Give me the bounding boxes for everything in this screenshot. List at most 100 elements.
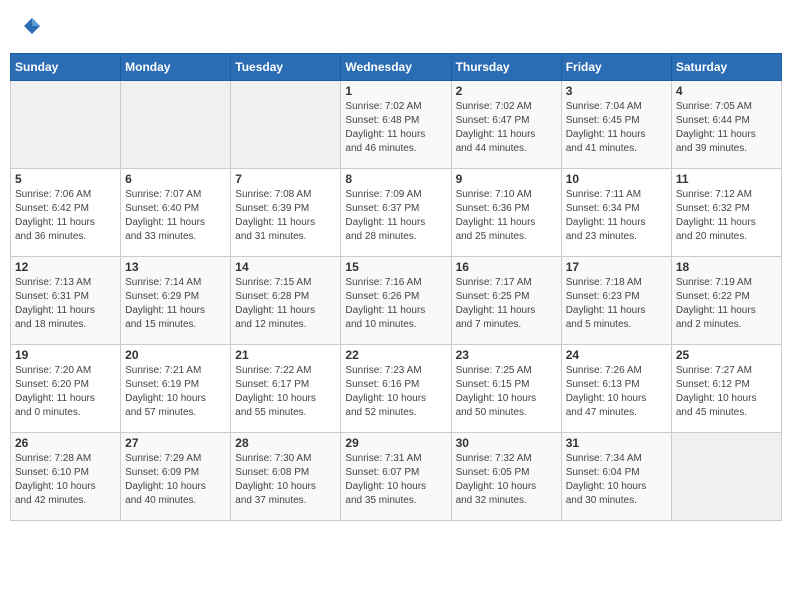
calendar-cell: 6Sunrise: 7:07 AM Sunset: 6:40 PM Daylig… (121, 169, 231, 257)
day-info: Sunrise: 7:28 AM Sunset: 6:10 PM Dayligh… (15, 452, 116, 508)
calendar-body: 1 Sunrise: 7:02 AM Sunset: 6:48 PM Daylig… (11, 81, 782, 521)
calendar-cell: 23 Sunrise: 7:25 AM Sunset: 6:15 PM Dayli… (451, 345, 561, 433)
day-number: 16 (456, 260, 557, 274)
day-info: Sunrise: 7:05 AM Sunset: 6:44 PM Dayligh… (676, 100, 777, 156)
calendar-cell: 16Sunrise: 7:17 AM Sunset: 6:25 PM Dayli… (451, 257, 561, 345)
weekday-label: Saturday (671, 54, 781, 81)
weekday-label: Friday (561, 54, 671, 81)
logo (20, 18, 42, 41)
day-number: 5 (15, 172, 116, 186)
calendar-cell: 30 Sunrise: 7:32 AM Sunset: 6:05 PM Dayli… (451, 433, 561, 521)
calendar-week-row: 19 Sunrise: 7:20 AM Sunset: 6:20 PM Dayli… (11, 345, 782, 433)
calendar-cell: 26Sunrise: 7:28 AM Sunset: 6:10 PM Dayli… (11, 433, 121, 521)
calendar-cell: 21 Sunrise: 7:22 AM Sunset: 6:17 PM Dayli… (231, 345, 341, 433)
day-number: 7 (235, 172, 336, 186)
day-number: 14 (235, 260, 336, 274)
calendar-week-row: 12 Sunrise: 7:13 AM Sunset: 6:31 PM Dayli… (11, 257, 782, 345)
day-number: 24 (566, 348, 667, 362)
calendar-week-row: 5 Sunrise: 7:06 AM Sunset: 6:42 PM Daylig… (11, 169, 782, 257)
day-info: Sunrise: 7:12 AM Sunset: 6:32 PM Dayligh… (676, 188, 777, 244)
calendar-cell: 28 Sunrise: 7:30 AM Sunset: 6:08 PM Dayli… (231, 433, 341, 521)
calendar-cell: 20 Sunrise: 7:21 AM Sunset: 6:19 PM Dayli… (121, 345, 231, 433)
day-number: 10 (566, 172, 667, 186)
day-number: 31 (566, 436, 667, 450)
weekday-label: Monday (121, 54, 231, 81)
day-info: Sunrise: 7:23 AM Sunset: 6:16 PM Dayligh… (345, 364, 446, 420)
calendar-cell: 24 Sunrise: 7:26 AM Sunset: 6:13 PM Dayli… (561, 345, 671, 433)
day-info: Sunrise: 7:20 AM Sunset: 6:20 PM Dayligh… (15, 364, 116, 420)
day-number: 28 (235, 436, 336, 450)
day-info: Sunrise: 7:18 AM Sunset: 6:23 PM Dayligh… (566, 276, 667, 332)
day-number: 11 (676, 172, 777, 186)
day-number: 21 (235, 348, 336, 362)
day-info: Sunrise: 7:22 AM Sunset: 6:17 PM Dayligh… (235, 364, 336, 420)
header (10, 10, 782, 45)
day-number: 4 (676, 84, 777, 98)
calendar-cell: 19 Sunrise: 7:20 AM Sunset: 6:20 PM Dayli… (11, 345, 121, 433)
weekday-label: Thursday (451, 54, 561, 81)
calendar-cell: 17 Sunrise: 7:18 AM Sunset: 6:23 PM Dayli… (561, 257, 671, 345)
day-info: Sunrise: 7:15 AM Sunset: 6:28 PM Dayligh… (235, 276, 336, 332)
calendar-cell: 14 Sunrise: 7:15 AM Sunset: 6:28 PM Dayli… (231, 257, 341, 345)
calendar-cell: 1 Sunrise: 7:02 AM Sunset: 6:48 PM Daylig… (341, 81, 451, 169)
day-number: 17 (566, 260, 667, 274)
calendar-cell: 31 Sunrise: 7:34 AM Sunset: 6:04 PM Dayli… (561, 433, 671, 521)
day-number: 2 (456, 84, 557, 98)
calendar-cell: 11 Sunrise: 7:12 AM Sunset: 6:32 PM Dayli… (671, 169, 781, 257)
day-number: 18 (676, 260, 777, 274)
calendar-cell: 13 Sunrise: 7:14 AM Sunset: 6:29 PM Dayli… (121, 257, 231, 345)
calendar-cell: 9 Sunrise: 7:10 AM Sunset: 6:36 PM Daylig… (451, 169, 561, 257)
day-info: Sunrise: 7:29 AM Sunset: 6:09 PM Dayligh… (125, 452, 226, 508)
day-info: Sunrise: 7:27 AM Sunset: 6:12 PM Dayligh… (676, 364, 777, 420)
day-info: Sunrise: 7:19 AM Sunset: 6:22 PM Dayligh… (676, 276, 777, 332)
day-info: Sunrise: 7:06 AM Sunset: 6:42 PM Dayligh… (15, 188, 116, 244)
day-number: 20 (125, 348, 226, 362)
day-number: 25 (676, 348, 777, 362)
day-info: Sunrise: 7:13 AM Sunset: 6:31 PM Dayligh… (15, 276, 116, 332)
calendar-cell (11, 81, 121, 169)
weekday-label: Wednesday (341, 54, 451, 81)
day-info: Sunrise: 7:25 AM Sunset: 6:15 PM Dayligh… (456, 364, 557, 420)
calendar-week-row: 26Sunrise: 7:28 AM Sunset: 6:10 PM Dayli… (11, 433, 782, 521)
calendar: SundayMondayTuesdayWednesdayThursdayFrid… (10, 53, 782, 521)
calendar-cell: 10 Sunrise: 7:11 AM Sunset: 6:34 PM Dayli… (561, 169, 671, 257)
day-number: 30 (456, 436, 557, 450)
day-info: Sunrise: 7:14 AM Sunset: 6:29 PM Dayligh… (125, 276, 226, 332)
day-info: Sunrise: 7:02 AM Sunset: 6:47 PM Dayligh… (456, 100, 557, 156)
calendar-cell: 7 Sunrise: 7:08 AM Sunset: 6:39 PM Daylig… (231, 169, 341, 257)
day-number: 12 (15, 260, 116, 274)
calendar-cell (671, 433, 781, 521)
day-info: Sunrise: 7:16 AM Sunset: 6:26 PM Dayligh… (345, 276, 446, 332)
day-info: Sunrise: 7:31 AM Sunset: 6:07 PM Dayligh… (345, 452, 446, 508)
day-info: Sunrise: 7:26 AM Sunset: 6:13 PM Dayligh… (566, 364, 667, 420)
day-number: 1 (345, 84, 446, 98)
day-info: Sunrise: 7:10 AM Sunset: 6:36 PM Dayligh… (456, 188, 557, 244)
weekday-label: Tuesday (231, 54, 341, 81)
calendar-cell: 15Sunrise: 7:16 AM Sunset: 6:26 PM Dayli… (341, 257, 451, 345)
day-number: 23 (456, 348, 557, 362)
day-info: Sunrise: 7:34 AM Sunset: 6:04 PM Dayligh… (566, 452, 667, 508)
day-info: Sunrise: 7:08 AM Sunset: 6:39 PM Dayligh… (235, 188, 336, 244)
calendar-cell: 8Sunrise: 7:09 AM Sunset: 6:37 PM Daylig… (341, 169, 451, 257)
calendar-cell: 5 Sunrise: 7:06 AM Sunset: 6:42 PM Daylig… (11, 169, 121, 257)
calendar-cell: 2 Sunrise: 7:02 AM Sunset: 6:47 PM Daylig… (451, 81, 561, 169)
day-number: 8 (345, 172, 446, 186)
day-info: Sunrise: 7:21 AM Sunset: 6:19 PM Dayligh… (125, 364, 226, 420)
day-number: 3 (566, 84, 667, 98)
day-number: 9 (456, 172, 557, 186)
calendar-cell: 3 Sunrise: 7:04 AM Sunset: 6:45 PM Daylig… (561, 81, 671, 169)
weekday-label: Sunday (11, 54, 121, 81)
day-info: Sunrise: 7:04 AM Sunset: 6:45 PM Dayligh… (566, 100, 667, 156)
day-info: Sunrise: 7:30 AM Sunset: 6:08 PM Dayligh… (235, 452, 336, 508)
day-number: 27 (125, 436, 226, 450)
day-info: Sunrise: 7:02 AM Sunset: 6:48 PM Dayligh… (345, 100, 446, 156)
day-number: 19 (15, 348, 116, 362)
day-number: 13 (125, 260, 226, 274)
logo-icon (22, 16, 42, 36)
day-info: Sunrise: 7:11 AM Sunset: 6:34 PM Dayligh… (566, 188, 667, 244)
calendar-cell: 12 Sunrise: 7:13 AM Sunset: 6:31 PM Dayli… (11, 257, 121, 345)
calendar-cell: 25 Sunrise: 7:27 AM Sunset: 6:12 PM Dayli… (671, 345, 781, 433)
calendar-cell (231, 81, 341, 169)
calendar-cell: 29Sunrise: 7:31 AM Sunset: 6:07 PM Dayli… (341, 433, 451, 521)
day-info: Sunrise: 7:32 AM Sunset: 6:05 PM Dayligh… (456, 452, 557, 508)
